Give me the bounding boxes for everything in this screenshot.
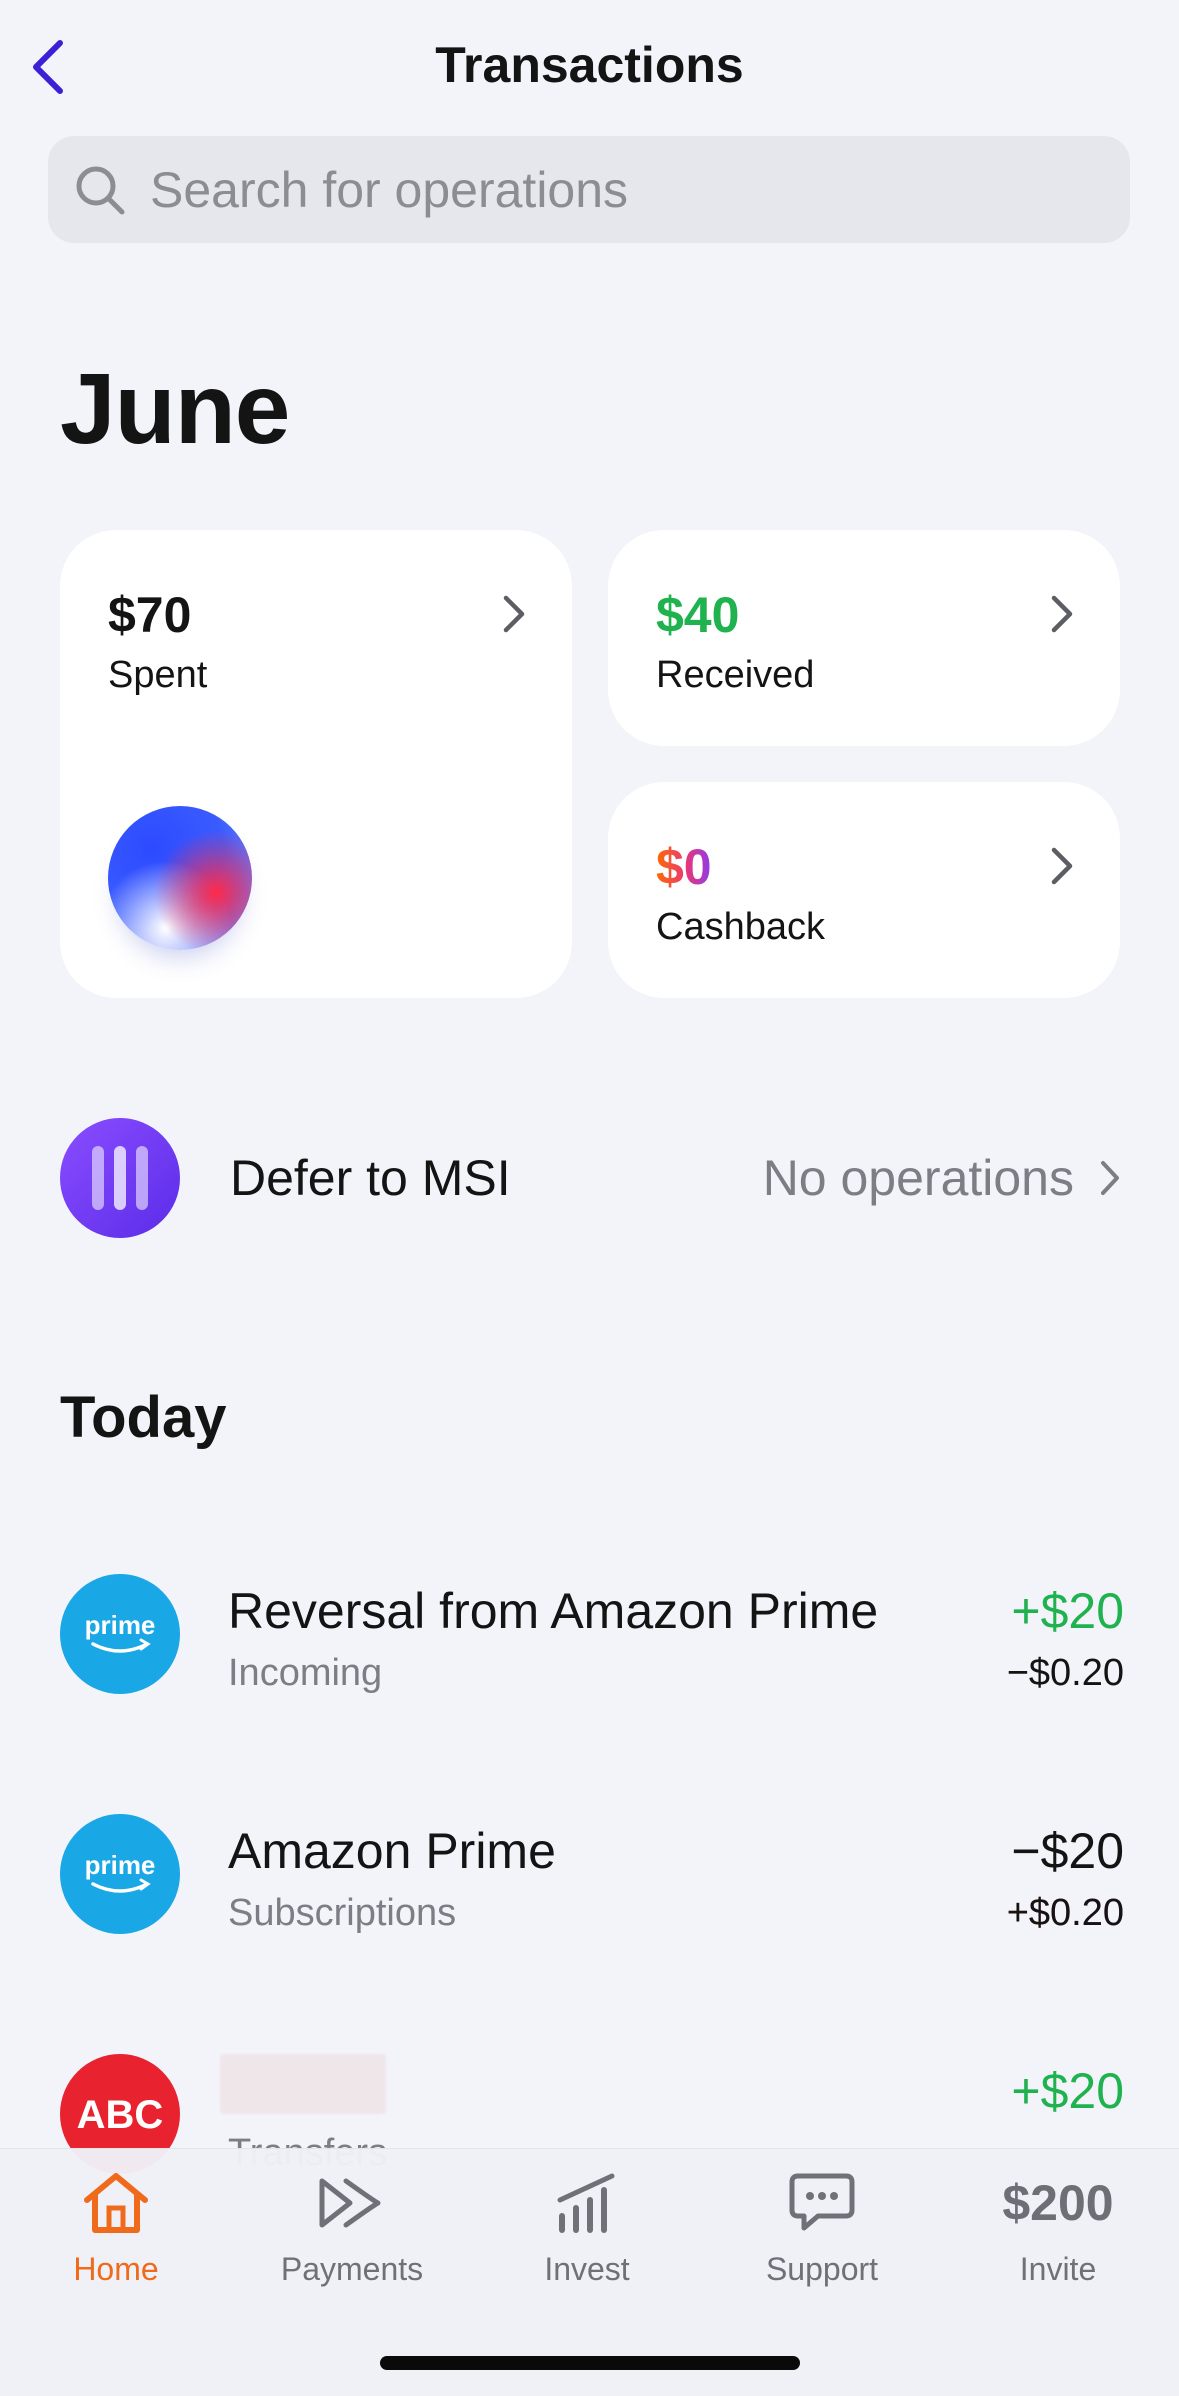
transaction-cashback: +$0.20 bbox=[1006, 1892, 1124, 1934]
spending-sphere-graphic bbox=[108, 806, 252, 950]
transaction-name: Reversal from Amazon Prime bbox=[228, 1583, 879, 1639]
transaction-category: Subscriptions bbox=[228, 1892, 457, 1934]
cashback-label: Cashback bbox=[656, 906, 825, 948]
tab-invite[interactable]: $200 Invite bbox=[958, 2167, 1158, 2297]
invite-amount: $200 bbox=[1002, 2175, 1114, 2231]
search-input[interactable] bbox=[150, 160, 1050, 219]
tab-label: Invite bbox=[1019, 2251, 1097, 2287]
cashback-card[interactable]: $0 Cashback bbox=[608, 782, 1120, 998]
transaction-category: Incoming bbox=[228, 1652, 383, 1694]
msi-label: Defer to MSI bbox=[230, 1150, 511, 1206]
chevron-right-icon bbox=[1051, 595, 1073, 633]
page-title: Transactions bbox=[435, 37, 744, 93]
chevron-right-icon bbox=[1101, 1161, 1119, 1195]
received-label: Received bbox=[656, 654, 815, 696]
redacted-transaction-name bbox=[220, 2054, 386, 2114]
tab-label: Payments bbox=[280, 2251, 424, 2287]
amazon-prime-logo-icon: prime bbox=[60, 1814, 180, 1934]
spent-amount: $70 bbox=[108, 587, 192, 643]
transaction-row[interactable]: prime Reversal from Amazon Prime Incomin… bbox=[60, 1574, 1124, 1698]
spent-card[interactable]: $70 Spent bbox=[60, 530, 572, 998]
tab-label: Home bbox=[73, 2251, 159, 2287]
transaction-amount: +$20 bbox=[1011, 2063, 1124, 2119]
chevron-right-icon bbox=[503, 595, 525, 633]
spent-label: Spent bbox=[108, 654, 208, 696]
msi-status: No operations bbox=[762, 1150, 1074, 1206]
svg-text:ABC: ABC bbox=[77, 2093, 164, 2137]
transaction-row[interactable]: prime Amazon Prime Subscriptions −$20 +$… bbox=[60, 1814, 1124, 1938]
tab-payments[interactable]: Payments bbox=[252, 2167, 452, 2297]
tab-label: Support bbox=[765, 2251, 879, 2287]
svg-text:prime: prime bbox=[85, 1850, 156, 1880]
transaction-amount: +$20 bbox=[1011, 1583, 1124, 1639]
tab-home[interactable]: Home bbox=[16, 2167, 216, 2297]
tab-invest[interactable]: Invest bbox=[487, 2167, 687, 2297]
cashback-amount: $0 bbox=[656, 839, 712, 895]
fast-forward-icon bbox=[314, 2167, 390, 2239]
search-icon bbox=[70, 160, 130, 220]
tab-support[interactable]: Support bbox=[722, 2167, 922, 2297]
amazon-prime-logo-icon: prime bbox=[60, 1574, 180, 1694]
defer-to-msi-row[interactable]: Defer to MSI No operations bbox=[60, 1118, 1124, 1238]
transaction-amount: −$20 bbox=[1011, 1823, 1124, 1879]
section-title-today: Today bbox=[60, 1385, 227, 1450]
transaction-cashback: −$0.20 bbox=[1006, 1652, 1124, 1694]
received-card[interactable]: $40 Received bbox=[608, 530, 1120, 746]
msi-icon bbox=[60, 1118, 180, 1238]
received-amount: $40 bbox=[656, 587, 740, 643]
chat-bubble-icon bbox=[784, 2167, 860, 2239]
home-icon bbox=[78, 2167, 154, 2239]
home-indicator bbox=[380, 2356, 800, 2370]
tab-label: Invest bbox=[544, 2251, 630, 2287]
chevron-right-icon bbox=[1051, 847, 1073, 885]
search-bar[interactable] bbox=[48, 136, 1130, 243]
transaction-name: Amazon Prime bbox=[228, 1823, 556, 1879]
bar-chart-icon bbox=[549, 2167, 625, 2239]
month-title: June bbox=[60, 353, 290, 465]
svg-text:prime: prime bbox=[85, 1610, 156, 1640]
